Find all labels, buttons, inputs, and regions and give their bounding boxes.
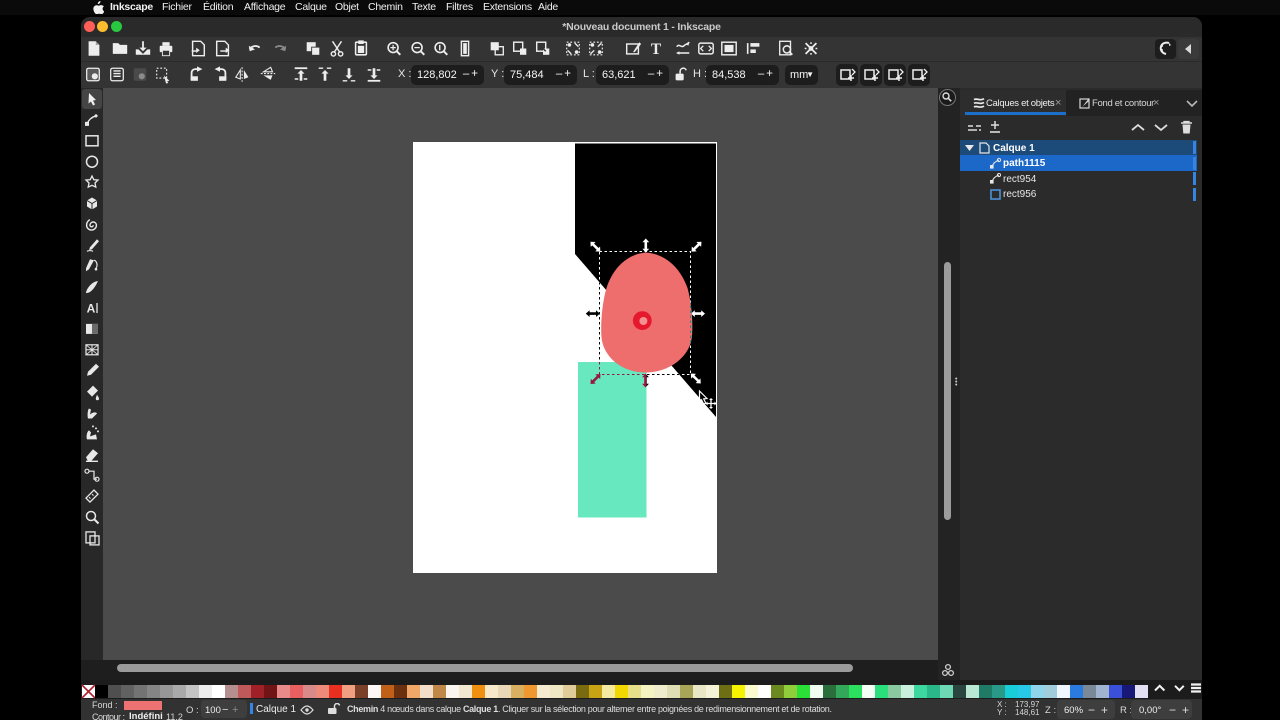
svg-text:T: T	[651, 41, 661, 58]
svg-text:A: A	[87, 302, 96, 316]
